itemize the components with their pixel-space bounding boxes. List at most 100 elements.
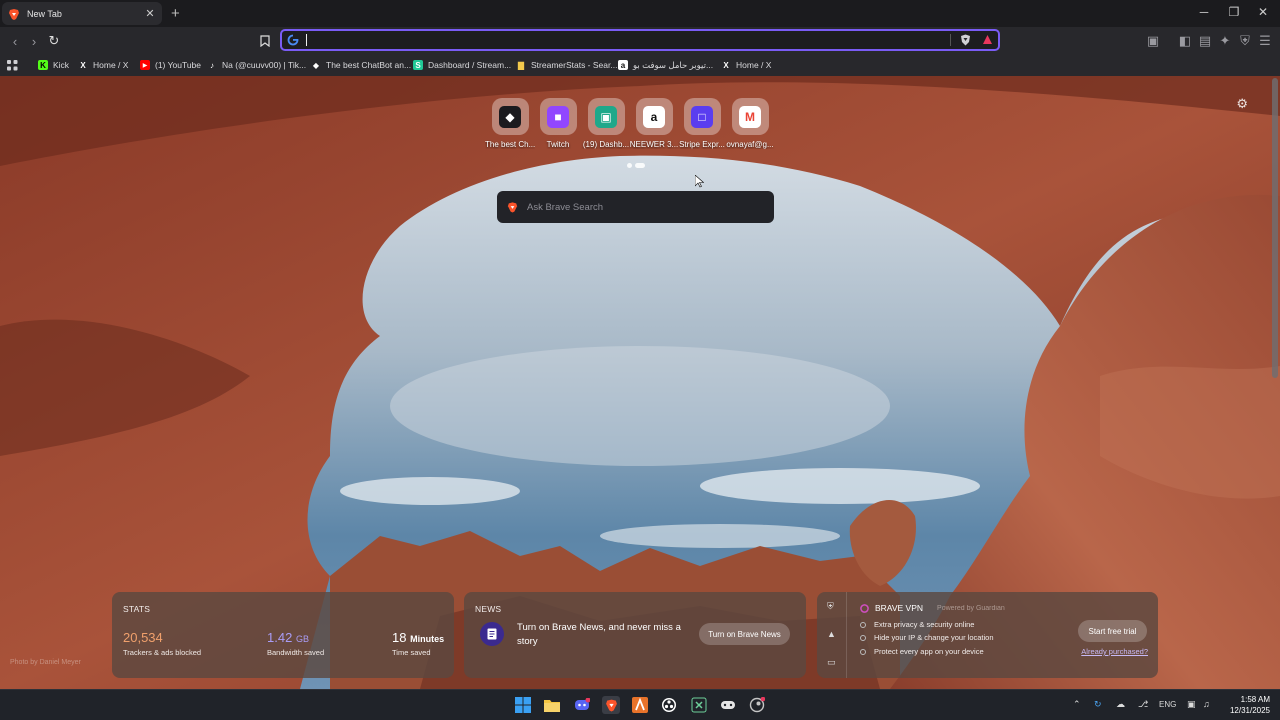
stripe-icon: □: [691, 105, 713, 128]
page-dot-active[interactable]: [635, 163, 645, 168]
time-stat: 18 Minutes Time saved: [392, 630, 444, 657]
vpn-logo-icon: [860, 603, 869, 613]
microphone-icon[interactable]: ⎇: [1138, 699, 1148, 710]
new-tab-button[interactable]: +: [171, 5, 180, 22]
bandwidth-stat: 1.42 GB Bandwidth saved: [267, 630, 324, 657]
vpn-shield-icon[interactable]: ⛨: [827, 601, 834, 612]
bookmark-label: Home / X: [736, 60, 772, 70]
menu-icon[interactable]: ☰: [1257, 33, 1273, 49]
bookmark-x-home-2[interactable]: X Home / X: [721, 57, 771, 73]
vpn-feature-text: Protect every app on your device: [874, 647, 984, 656]
bookmark-label: Dashboard / Stream...: [428, 60, 512, 70]
top-site-amazon[interactable]: a NEEWER 3...: [630, 98, 678, 149]
top-site-gmail[interactable]: M ovnayaf@g...: [726, 98, 774, 149]
onedrive-icon[interactable]: ☁: [1116, 699, 1125, 710]
photo-credit[interactable]: Photo by Daniel Meyer: [10, 659, 81, 666]
bookmark-label: The best ChatBot an...: [326, 60, 412, 70]
maximize-icon[interactable]: ❐: [1224, 5, 1244, 19]
clock-date: 12/31/2025: [1229, 706, 1270, 715]
apps-grid-icon[interactable]: [7, 57, 18, 73]
top-site-stripe[interactable]: □ Stripe Expr...: [679, 98, 725, 149]
language-indicator[interactable]: ENG: [1159, 700, 1176, 709]
show-hidden-icons[interactable]: ⌃: [1073, 699, 1081, 710]
steam-icon[interactable]: [748, 696, 766, 714]
minimize-icon[interactable]: ─: [1194, 5, 1214, 19]
twitch-icon: ■: [547, 105, 569, 128]
tab-close-icon[interactable]: ✕: [144, 7, 156, 20]
x-icon: X: [723, 60, 729, 70]
check-icon: [860, 634, 866, 641]
top-site-label: Twitch: [546, 140, 570, 149]
brave-taskbar-icon[interactable]: [602, 696, 620, 714]
tab-title: New Tab: [27, 8, 62, 19]
top-site-chatbot[interactable]: ◆ The best Ch...: [485, 98, 535, 149]
news-heading: NEWS: [475, 604, 502, 614]
bookmarks-bar: K Kick X Home / X ▶ (1) YouTube ♪ Na (@cuuvv…: [0, 54, 1280, 76]
chatbot-icon: ◆: [499, 105, 521, 128]
time-label: Time saved: [392, 648, 431, 657]
bookmark-tiktok[interactable]: ♪ Na (@cuuvv00) | Tik...: [207, 57, 306, 73]
obs-icon[interactable]: [660, 696, 678, 714]
time-value: 18: [392, 630, 407, 645]
start-free-trial-button[interactable]: Start free trial: [1078, 620, 1147, 642]
bookmark-label: (1) YouTube: [155, 60, 201, 70]
app-a-icon[interactable]: [631, 696, 649, 714]
top-site-tile: ▣: [587, 98, 625, 135]
discord-icon[interactable]: [573, 696, 591, 714]
address-bar[interactable]: [280, 29, 1000, 51]
network-icon[interactable]: ▣: [1187, 699, 1196, 710]
tab-search-icon[interactable]: ▣: [1145, 33, 1161, 49]
brave-lion-icon: [9, 8, 19, 20]
tab-strip: New Tab ✕ + ─ ❐ ✕: [0, 0, 1280, 27]
system-clock[interactable]: 1:58 AM 12/31/2025: [1230, 694, 1270, 716]
page-scrollbar[interactable]: [1272, 78, 1278, 378]
bookmark-youtube[interactable]: ▶ (1) YouTube: [140, 57, 201, 73]
toolbar: ‹ › ↻ ▣ ◧ ▤ ✦ ⛨ ☰: [0, 27, 1280, 54]
settings-gear-icon[interactable]: ⚙: [1236, 96, 1248, 112]
wallet-icon[interactable]: ▤: [1197, 33, 1213, 49]
bookmark-icon[interactable]: [257, 33, 273, 49]
page-dot[interactable]: [627, 163, 632, 168]
windows-start-icon[interactable]: [514, 696, 532, 714]
bookmark-streamelements[interactable]: S Dashboard / Stream...: [413, 57, 511, 73]
back-icon[interactable]: ‹: [7, 33, 23, 49]
sidebar-icon[interactable]: ◧: [1177, 33, 1193, 49]
brave-rewards-icon[interactable]: [982, 34, 993, 45]
file-explorer-icon[interactable]: [543, 696, 561, 714]
chatbot-icon: ◆: [312, 60, 320, 70]
sync-icon[interactable]: ↻: [1094, 699, 1102, 710]
reload-icon[interactable]: ↻: [46, 33, 62, 49]
tiktok-icon: ♪: [210, 60, 214, 70]
epic-games-icon[interactable]: [719, 696, 737, 714]
bookmark-streamerstats[interactable]: ▇ StreamerStats - Sear...: [516, 57, 618, 73]
forward-icon[interactable]: ›: [26, 33, 42, 49]
stats-icon: ▇: [517, 60, 525, 70]
tab-new-tab[interactable]: New Tab ✕: [2, 2, 162, 25]
vpn-shield-icon[interactable]: ⛨: [1237, 33, 1253, 49]
bookmark-chatbot[interactable]: ◆ The best ChatBot an...: [311, 57, 411, 73]
streamelements-icon: S: [413, 60, 423, 70]
check-icon: [860, 648, 866, 655]
top-site-label: Stripe Expr...: [679, 140, 725, 149]
turn-on-news-button[interactable]: Turn on Brave News: [699, 623, 790, 645]
bookmark-label: Kick: [53, 60, 70, 70]
bookmark-x-home[interactable]: X Home / X: [78, 57, 128, 73]
streamelements-icon: ▣: [595, 105, 617, 128]
alert-icon[interactable]: ▲: [827, 629, 836, 639]
top-site-tile: a: [635, 98, 673, 135]
excel-icon[interactable]: [690, 696, 708, 714]
top-site-dashboard[interactable]: ▣ (19) Dashb...: [583, 98, 629, 149]
brave-shields-icon[interactable]: [960, 34, 971, 46]
volume-icon[interactable]: ♫: [1203, 699, 1210, 709]
news-icon: [480, 622, 504, 646]
card-icon[interactable]: ▭: [827, 657, 836, 668]
window-close-icon[interactable]: ✕: [1253, 5, 1273, 19]
leo-ai-icon[interactable]: ✦: [1217, 33, 1233, 49]
top-site-twitch[interactable]: ■ Twitch: [536, 98, 580, 149]
already-purchased-link[interactable]: Already purchased?: [1081, 647, 1148, 656]
bookmark-kick[interactable]: K Kick: [38, 57, 69, 73]
bookmark-amazon[interactable]: a تيوبر حامل سوفت بو...: [618, 57, 713, 73]
brave-search-box[interactable]: Ask Brave Search: [497, 191, 774, 223]
address-input[interactable]: [304, 32, 944, 48]
youtube-icon: ▶: [140, 60, 150, 70]
